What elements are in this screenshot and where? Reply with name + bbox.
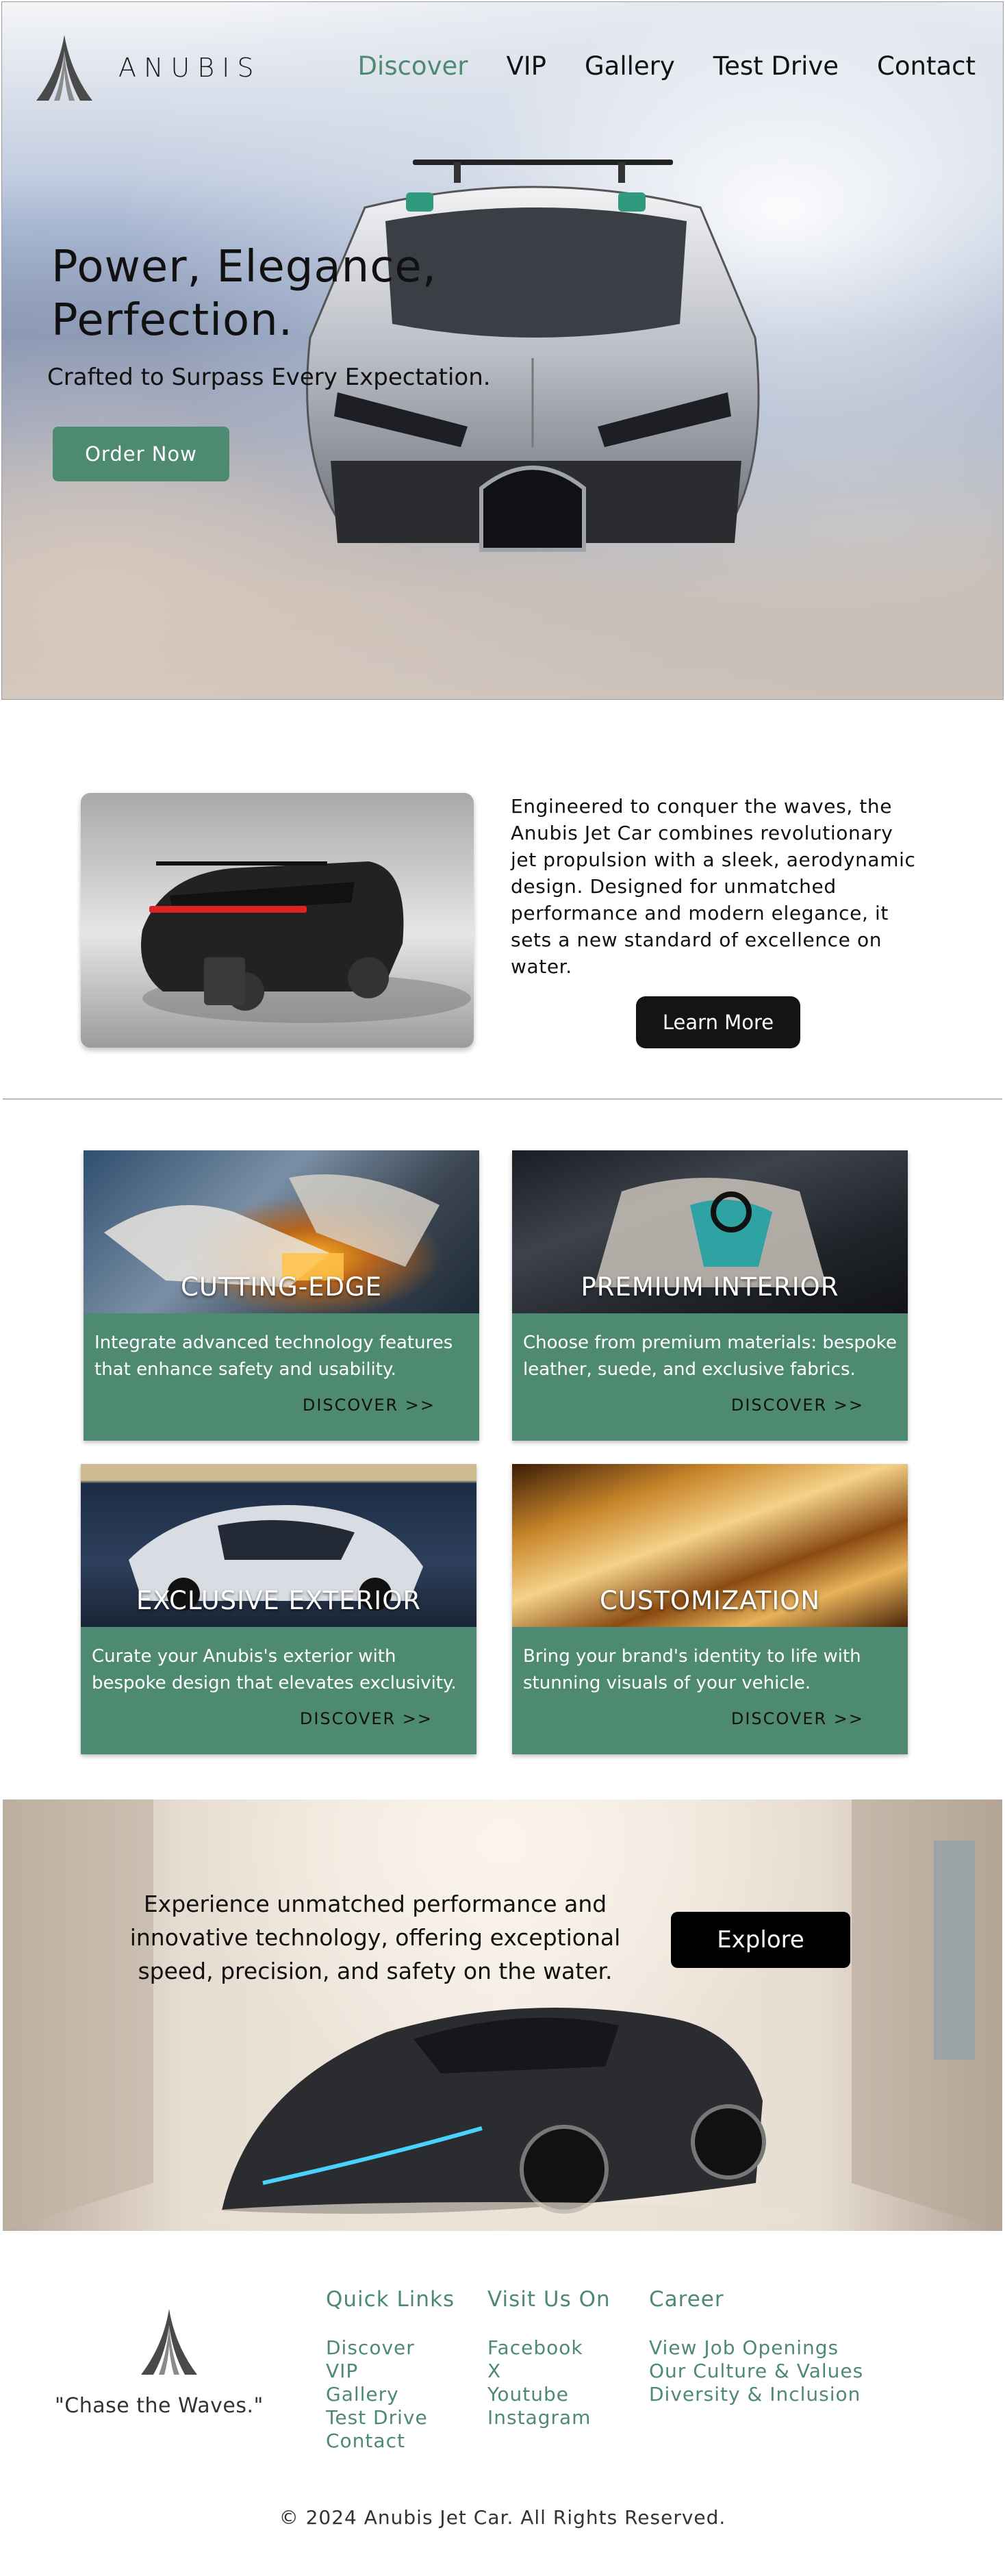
discover-link[interactable]: DISCOVER >> <box>303 1396 435 1415</box>
footer-link-diversity[interactable]: Diversity & Inclusion <box>649 2383 863 2406</box>
footer-anubis-logo-icon <box>141 2309 197 2375</box>
feature-card-exclusive-exterior[interactable]: EXCLUSIVE EXTERIOR Curate your Anubis's … <box>81 1464 476 1754</box>
footer-link-vip[interactable]: VIP <box>326 2360 455 2383</box>
footer-quick-links: Quick Links Discover VIP Gallery Test Dr… <box>326 2287 455 2453</box>
main-nav: Discover VIP Gallery Test Drive Contact <box>358 51 976 81</box>
footer-heading-quick-links: Quick Links <box>326 2287 455 2312</box>
feature-description: Curate your Anubis's exterior with bespo… <box>92 1646 457 1693</box>
footer-link-facebook[interactable]: Facebook <box>487 2336 611 2360</box>
hero-title-line-1: Power, Elegance, <box>51 242 437 292</box>
feature-title: CUTTING-EDGE <box>181 1272 382 1302</box>
footer-heading-career: Career <box>649 2287 724 2312</box>
footer-heading-visit-us: Visit Us On <box>487 2287 611 2312</box>
discover-link[interactable]: DISCOVER >> <box>300 1709 433 1728</box>
hero-subtitle: Crafted to Surpass Every Expectation. <box>47 364 491 391</box>
about-text: Engineered to conquer the waves, the Anu… <box>511 795 916 978</box>
explore-button[interactable]: Explore <box>671 1912 850 1968</box>
anubis-logo-icon <box>36 35 92 101</box>
hero-title-line-2: Perfection. <box>51 295 294 346</box>
feature-card-cutting-edge[interactable]: CUTTING-EDGE Integrate advanced technolo… <box>84 1150 479 1441</box>
showcase-text: Experience unmatched performance and inn… <box>129 1891 621 1984</box>
footer-link-discover[interactable]: Discover <box>326 2336 455 2360</box>
section-divider <box>3 1098 1002 1100</box>
footer-visit-us: Visit Us On Facebook X Youtube Instagram <box>487 2287 611 2429</box>
feature-description: Choose from premium materials: bespoke l… <box>523 1333 897 1380</box>
discover-link[interactable]: DISCOVER >> <box>731 1709 864 1728</box>
footer-link-contact[interactable]: Contact <box>326 2429 455 2453</box>
footer-link-culture-values[interactable]: Our Culture & Values <box>649 2360 863 2383</box>
order-now-button[interactable]: Order Now <box>53 427 229 481</box>
learn-more-button[interactable]: Learn More <box>636 996 800 1048</box>
nav-test-drive[interactable]: Test Drive <box>713 51 839 81</box>
about-car-image <box>81 793 474 1048</box>
footer-link-job-openings[interactable]: View Job Openings <box>649 2336 863 2360</box>
footer-link-x[interactable]: X <box>487 2360 611 2383</box>
discover-link[interactable]: DISCOVER >> <box>731 1396 864 1415</box>
nav-gallery[interactable]: Gallery <box>585 51 675 81</box>
brand-logo[interactable]: ANUBIS <box>28 31 261 105</box>
feature-description: Integrate advanced technology features t… <box>94 1333 453 1380</box>
feature-title: PREMIUM INTERIOR <box>581 1272 839 1302</box>
footer-link-gallery[interactable]: Gallery <box>326 2383 455 2406</box>
feature-title: CUSTOMIZATION <box>599 1586 821 1615</box>
footer-link-test-drive[interactable]: Test Drive <box>326 2406 455 2429</box>
nav-discover[interactable]: Discover <box>358 51 468 81</box>
nav-contact[interactable]: Contact <box>877 51 976 81</box>
footer-link-instagram[interactable]: Instagram <box>487 2406 611 2429</box>
footer-slogan: "Chase the Waves." <box>55 2394 264 2418</box>
hero-car-image <box>306 160 760 552</box>
brand-name: ANUBIS <box>118 53 262 83</box>
showcase-garage-image <box>3 1800 1002 2231</box>
footer-link-youtube[interactable]: Youtube <box>487 2383 611 2406</box>
footer-career: Career View Job Openings Our Culture & V… <box>649 2287 863 2406</box>
copyright-text: © 2024 Anubis Jet Car. All Rights Reserv… <box>279 2506 726 2529</box>
hero-title: Power, Elegance, Perfection. <box>51 240 489 347</box>
feature-description: Bring your brand's identity to life with… <box>523 1646 861 1693</box>
hero-section: ANUBIS Discover VIP Gallery Test Drive C… <box>1 1 1004 700</box>
showcase-section: Experience unmatched performance and inn… <box>3 1800 1002 2231</box>
feature-card-customization[interactable]: CUSTOMIZATION Bring your brand's identit… <box>512 1464 908 1754</box>
feature-title: EXCLUSIVE EXTERIOR <box>136 1586 422 1615</box>
nav-vip[interactable]: VIP <box>506 51 546 81</box>
feature-card-premium-interior[interactable]: PREMIUM INTERIOR Choose from premium mat… <box>512 1150 908 1441</box>
